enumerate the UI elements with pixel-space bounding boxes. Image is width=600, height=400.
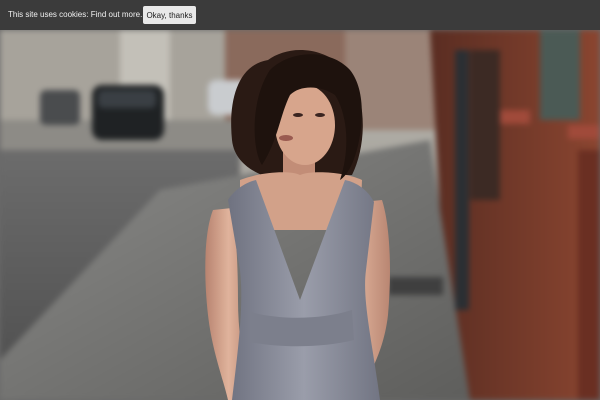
- okay-thanks-button[interactable]: Okay, thanks: [143, 6, 196, 24]
- find-out-more-link[interactable]: Find out more.: [91, 10, 143, 19]
- cookie-message: This site uses cookies: Find out more.: [8, 9, 142, 21]
- hero-photo-graphic: [0, 30, 600, 400]
- hero-photo: [0, 30, 600, 400]
- cookie-banner: This site uses cookies: Find out more. O…: [0, 0, 600, 30]
- cookie-message-text: This site uses cookies:: [8, 10, 89, 19]
